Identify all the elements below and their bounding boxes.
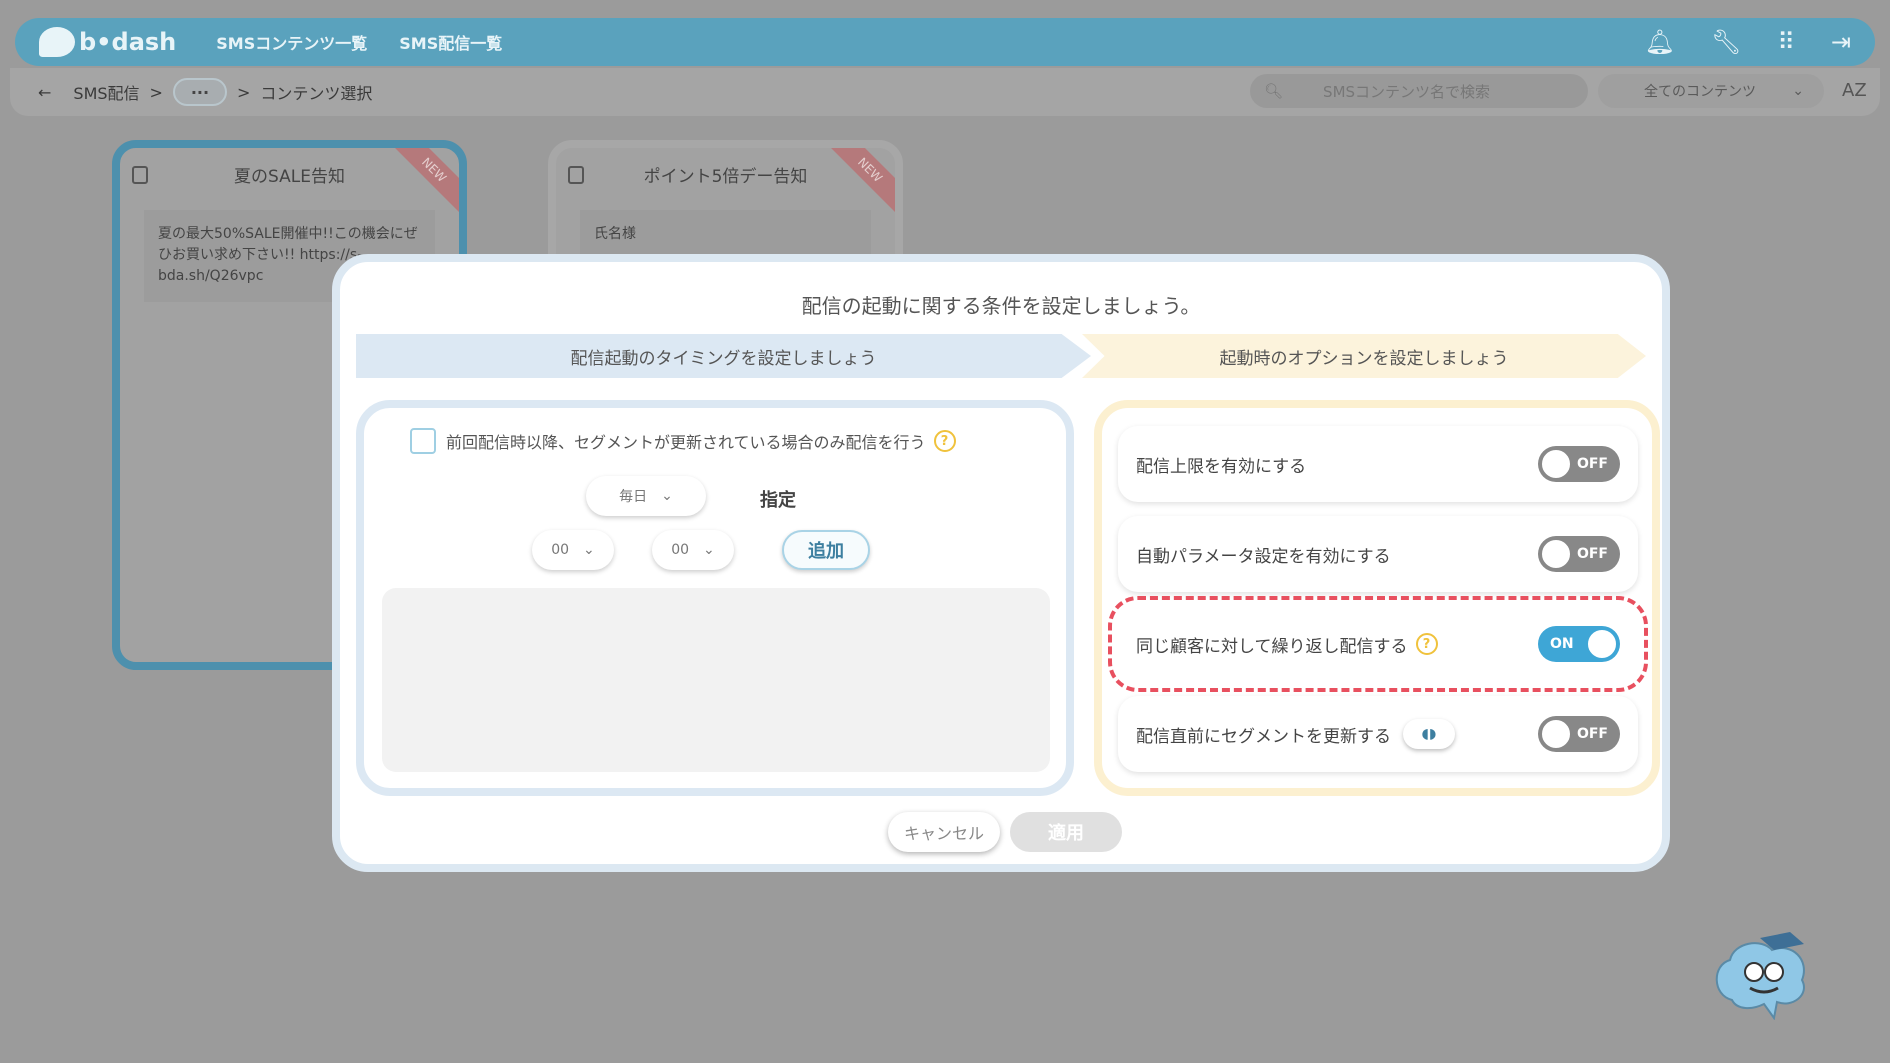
beginner-mark-icon[interactable]: ◖◗ xyxy=(1403,719,1455,749)
search-input[interactable]: 🔍︎ SMSコンテンツ名で検索 xyxy=(1250,74,1588,108)
frequency-select[interactable]: 毎日 ⌄ xyxy=(586,476,706,516)
header-icons: 🔔︎ 🔧︎ ⠿ ⇥ xyxy=(1644,28,1851,56)
frequency-value: 毎日 xyxy=(619,489,648,505)
content-icon xyxy=(568,166,584,184)
breadcrumb-bar: ← SMS配信 > ··· > コンテンツ選択 🔍︎ SMSコンテンツ名で検索 … xyxy=(10,68,1880,116)
chevron-down-icon: ⌄ xyxy=(1792,83,1804,99)
option-label: 自動パラメータ設定を有効にする xyxy=(1136,546,1391,567)
segment-updated-only-row: 前回配信時以降、セグメントが更新されている場合のみ配信を行う ? xyxy=(410,428,956,454)
toggle-knob xyxy=(1540,718,1572,750)
apply-button[interactable]: 適用 xyxy=(1010,812,1122,852)
nav-sms-contents[interactable]: SMSコンテンツ一覧 xyxy=(216,30,367,54)
breadcrumb-separator: > xyxy=(236,82,251,102)
add-time-button[interactable]: 追加 xyxy=(782,530,870,570)
toggle-knob xyxy=(1586,628,1618,660)
logo[interactable]: b•dash xyxy=(39,27,176,57)
refresh-segment-toggle[interactable]: OFF xyxy=(1538,716,1620,752)
toggle-state: OFF xyxy=(1576,726,1608,742)
options-panel: 配信上限を有効にする OFF 自動パラメータ設定を有効にする OFF 同じ顧客に… xyxy=(1094,400,1660,796)
search-placeholder: SMSコンテンツ名で検索 xyxy=(1323,82,1491,101)
option-label: 配信直前にセグメントを更新する xyxy=(1136,726,1391,747)
content-icon xyxy=(132,166,148,184)
timing-panel: 前回配信時以降、セグメントが更新されている場合のみ配信を行う ? 毎日 ⌄ 指定… xyxy=(356,400,1074,796)
bell-icon[interactable]: 🔔︎ xyxy=(1644,28,1674,56)
search-icon: 🔍︎ xyxy=(1264,82,1284,100)
delivery-limit-toggle[interactable]: OFF xyxy=(1538,446,1620,482)
grid-icon[interactable]: ⠿ xyxy=(1777,28,1795,56)
minute-value: 00 xyxy=(671,542,690,558)
toggle-knob xyxy=(1540,448,1572,480)
logout-icon[interactable]: ⇥ xyxy=(1831,28,1851,56)
back-arrow-icon[interactable]: ← xyxy=(38,83,51,102)
breadcrumb-current: コンテンツ選択 xyxy=(260,84,373,103)
nav-sms-deliveries[interactable]: SMS配信一覧 xyxy=(399,30,502,54)
cancel-button[interactable]: キャンセル xyxy=(888,812,1000,852)
delivery-trigger-modal: 配信の起動に関する条件を設定しましょう。 配信起動のタイミングを設定しましょう … xyxy=(332,254,1670,872)
breadcrumb-more-button[interactable]: ··· xyxy=(172,78,227,106)
segment-updated-only-checkbox[interactable] xyxy=(410,428,436,454)
toggle-state: OFF xyxy=(1576,456,1608,472)
time-list-area xyxy=(382,588,1050,772)
toggle-knob xyxy=(1540,538,1572,570)
content-filter-select[interactable]: 全てのコンテンツ ⌄ xyxy=(1598,74,1824,108)
breadcrumb-root[interactable]: SMS配信 xyxy=(73,80,139,104)
auto-parameter-toggle[interactable]: OFF xyxy=(1538,536,1620,572)
filter-selected: 全てのコンテンツ xyxy=(1644,84,1756,100)
option-refresh-segment: 配信直前にセグメントを更新する ◖◗ OFF xyxy=(1118,696,1638,772)
breadcrumb-separator: > xyxy=(149,82,163,102)
option-repeat-delivery: 同じ顧客に対して繰り返し配信する ? ON xyxy=(1108,596,1648,692)
help-icon[interactable]: ? xyxy=(1415,633,1438,655)
option-label: 同じ顧客に対して繰り返し配信する xyxy=(1136,636,1408,657)
minute-select[interactable]: 00 ⌄ xyxy=(652,530,734,570)
top-header: b•dash SMSコンテンツ一覧 SMS配信一覧 🔔︎ 🔧︎ ⠿ ⇥ xyxy=(15,18,1875,66)
modal-title: 配信の起動に関する条件を設定しましょう。 xyxy=(801,294,1201,318)
step-timing: 配信起動のタイミングを設定しましょう xyxy=(356,334,1091,378)
chevron-down-icon: ⌄ xyxy=(703,542,715,558)
help-icon[interactable]: ? xyxy=(933,430,956,452)
chevron-down-icon: ⌄ xyxy=(583,542,595,558)
step-options: 起動時のオプションを設定しましょう xyxy=(1082,334,1646,378)
option-label: 配信上限を有効にする xyxy=(1136,456,1307,477)
toggle-state: OFF xyxy=(1576,546,1608,562)
option-auto-parameter: 自動パラメータ設定を有効にする OFF xyxy=(1118,516,1638,592)
hour-value: 00 xyxy=(551,542,570,558)
mascot-helper-icon[interactable] xyxy=(1712,930,1812,1020)
toggle-state: ON xyxy=(1550,636,1574,652)
chevron-down-icon: ⌄ xyxy=(661,488,673,504)
repeat-delivery-toggle[interactable]: ON xyxy=(1538,626,1620,662)
logo-text: b•dash xyxy=(79,28,177,56)
specify-label: 指定 xyxy=(760,490,796,511)
hour-select[interactable]: 00 ⌄ xyxy=(532,530,614,570)
logo-bubble-icon xyxy=(39,27,75,57)
wrench-icon[interactable]: 🔧︎ xyxy=(1711,28,1741,56)
segment-updated-only-label: 前回配信時以降、セグメントが更新されている場合のみ配信を行う xyxy=(446,433,926,452)
sort-az-icon[interactable]: AZ xyxy=(1842,80,1867,101)
option-delivery-limit: 配信上限を有効にする OFF xyxy=(1118,426,1638,502)
